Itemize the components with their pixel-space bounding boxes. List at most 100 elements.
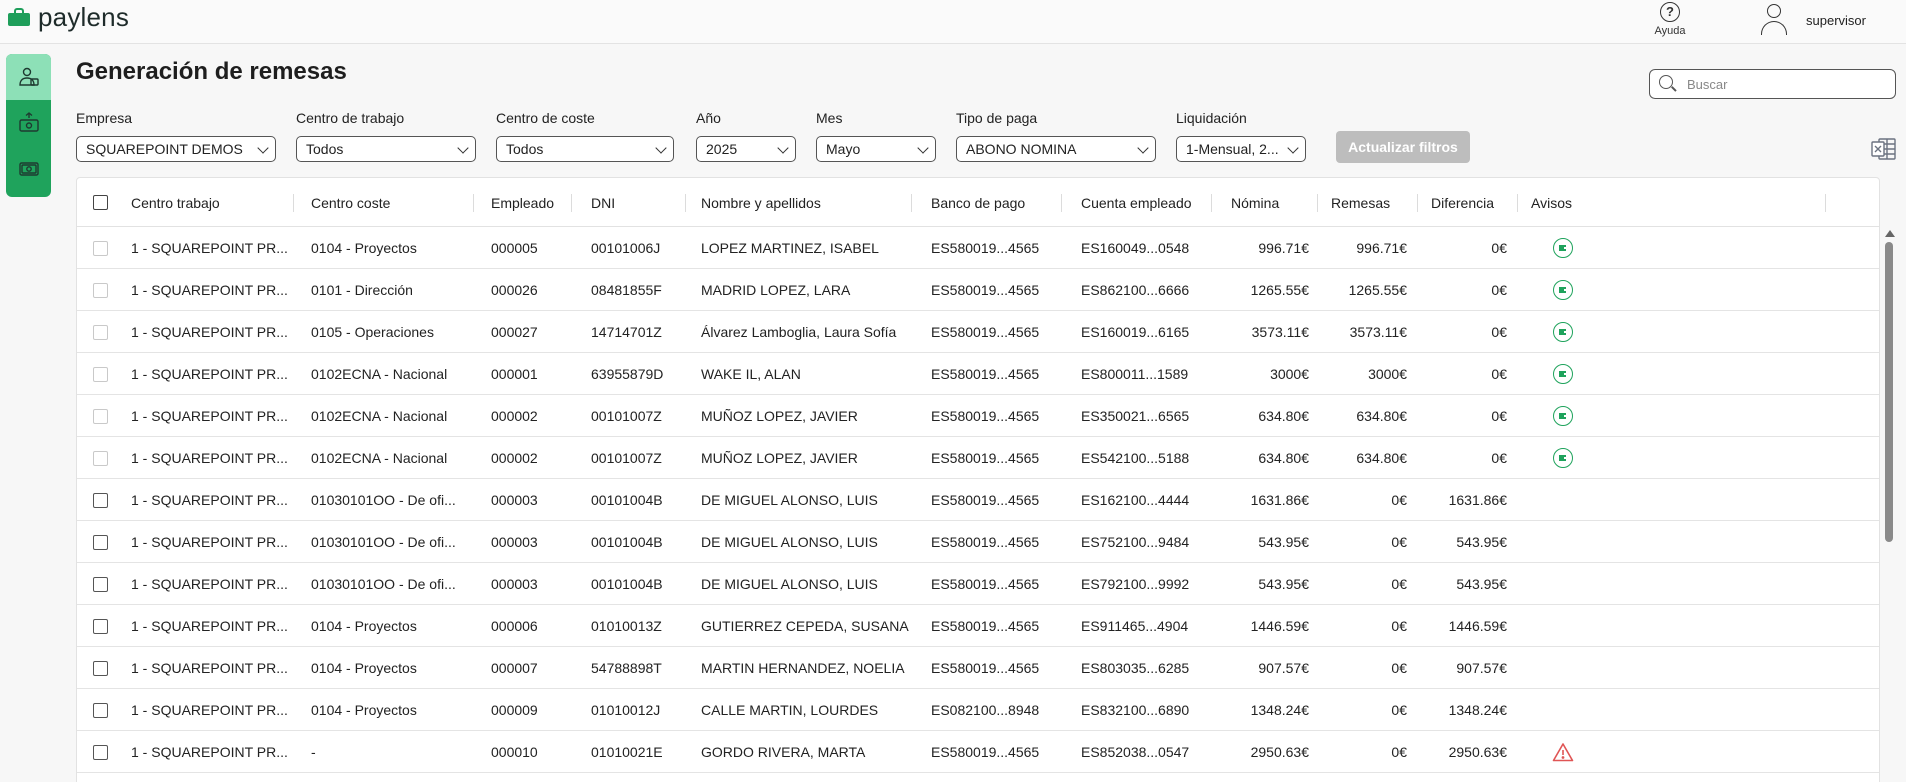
user-menu[interactable]: supervisor <box>1760 2 1866 38</box>
table-row[interactable]: 1 - SQUAREPOINT PR... 0104 - Proyectos 000… <box>77 227 1879 269</box>
filter-tipo-paga: Tipo de paga ABONO NOMINA <box>956 110 1156 162</box>
select-all-checkbox[interactable] <box>93 178 108 227</box>
status-ok-icon[interactable] <box>1553 280 1573 300</box>
column-separator[interactable] <box>1061 194 1062 212</box>
column-header[interactable]: Centro coste <box>311 178 390 227</box>
row-checkbox[interactable] <box>93 647 108 689</box>
column-separator[interactable] <box>1825 194 1826 212</box>
table-row[interactable]: 1 - SQUAREPOINT PR... 0104 - Proyectos 000… <box>77 605 1879 647</box>
table-row[interactable]: 1 - SQUAREPOINT PR... 0105 - Operaciones 0… <box>77 311 1879 353</box>
cell-centro-coste: 0102ECNA - Nacional <box>311 408 448 424</box>
row-checkbox[interactable] <box>93 521 108 563</box>
cell-centro-trabajo: 1 - SQUAREPOINT PR... <box>131 492 288 508</box>
sidebar-item-payments[interactable] <box>6 146 51 192</box>
table-row[interactable]: 1 - SQUAREPOINT PR... 0104 - Proyectos 000… <box>77 689 1879 731</box>
centro-trabajo-select[interactable]: Todos <box>296 136 476 162</box>
column-header[interactable]: Diferencia <box>1431 178 1494 227</box>
row-checkbox[interactable] <box>93 563 108 605</box>
column-separator[interactable] <box>911 194 912 212</box>
cell-dni: 00101006J <box>591 240 661 256</box>
cell-centro-trabajo: 1 - SQUAREPOINT PR... <box>131 324 288 340</box>
status-ok-icon[interactable] <box>1553 448 1573 468</box>
status-ok-icon[interactable] <box>1553 406 1573 426</box>
cell-empleado: 000002 <box>491 408 538 424</box>
cell-cuenta: ES792100...9992 <box>1081 576 1190 592</box>
help-button[interactable]: ? Ayuda <box>1648 2 1692 42</box>
logo[interactable]: paylens <box>8 2 129 32</box>
cell-avisos[interactable] <box>1531 353 1591 395</box>
column-separator[interactable] <box>1417 194 1418 212</box>
cell-nomina: 3000€ <box>1270 366 1309 382</box>
centro-coste-select[interactable]: Todos <box>496 136 674 162</box>
cell-avisos[interactable] <box>1531 311 1591 353</box>
cell-avisos[interactable] <box>1531 395 1591 437</box>
status-ok-icon[interactable] <box>1553 322 1573 342</box>
cell-avisos <box>1531 647 1591 689</box>
column-header[interactable]: Remesas <box>1331 178 1390 227</box>
cell-avisos[interactable] <box>1531 731 1591 773</box>
column-separator[interactable] <box>1211 194 1212 212</box>
column-separator[interactable] <box>571 194 572 212</box>
column-header[interactable]: Cuenta empleado <box>1081 178 1192 227</box>
anio-select[interactable]: 2025 <box>696 136 796 162</box>
chevron-down-icon <box>777 142 789 154</box>
cell-centro-trabajo: 1 - SQUAREPOINT PR... <box>131 534 288 550</box>
table-row[interactable]: 1 - SQUAREPOINT PR... 0102ECNA - Nacional… <box>77 353 1879 395</box>
column-header[interactable]: Nómina <box>1231 178 1279 227</box>
row-checkbox[interactable] <box>93 689 108 731</box>
cell-nomina: 1446.59€ <box>1250 618 1309 634</box>
table-row[interactable]: 1 - SQUAREPOINT PR... 01030101OO - De ofi… <box>77 521 1879 563</box>
column-header[interactable]: Banco de pago <box>931 178 1025 227</box>
table-row[interactable]: 1 - SQUAREPOINT PR... - 000010 01010021E GOR… <box>77 731 1879 773</box>
warning-triangle-icon[interactable] <box>1552 742 1574 762</box>
column-header[interactable]: DNI <box>591 178 615 227</box>
table-row[interactable]: 1 - SQUAREPOINT PR... 0102ECNA - Nacional… <box>77 395 1879 437</box>
table-row[interactable]: 1 - SQUAREPOINT PR... 0104 - Proyectos 000… <box>77 647 1879 689</box>
cell-dni: 08481855F <box>591 282 662 298</box>
status-ok-icon[interactable] <box>1553 238 1573 258</box>
table-row[interactable]: 1 - SQUAREPOINT PR... 01030101OO - De ofi… <box>77 479 1879 521</box>
liquidacion-select[interactable]: 1-Mensual, 2... <box>1176 136 1306 162</box>
status-ok-icon[interactable] <box>1553 364 1573 384</box>
column-separator[interactable] <box>685 194 686 212</box>
column-separator[interactable] <box>473 194 474 212</box>
table-row[interactable]: 1 - SQUAREPOINT PR... 01030101OO - De ofi… <box>77 563 1879 605</box>
cell-banco: ES580019...4565 <box>931 240 1040 256</box>
row-checkbox[interactable] <box>93 731 108 773</box>
column-header[interactable]: Empleado <box>491 178 554 227</box>
row-checkbox[interactable] <box>93 605 108 647</box>
table-row[interactable]: 1 - SQUAREPOINT PR... 0101 - Dirección 000… <box>77 269 1879 311</box>
column-separator[interactable] <box>1517 194 1518 212</box>
sidebar-item-remittance[interactable] <box>6 100 51 146</box>
column-header[interactable]: Avisos <box>1531 178 1572 227</box>
column-header[interactable]: Centro trabajo <box>131 178 220 227</box>
filter-mes: Mes Mayo <box>816 110 936 162</box>
row-checkbox[interactable] <box>93 479 108 521</box>
update-filters-button[interactable]: Actualizar filtros <box>1336 131 1470 163</box>
search-box[interactable] <box>1649 69 1896 99</box>
tipo-paga-select[interactable]: ABONO NOMINA <box>956 136 1156 162</box>
table-row[interactable]: 1 - SQUAREPOINT PR... 0102ECNA - Nacional… <box>77 437 1879 479</box>
cell-nomina: 634.80€ <box>1258 450 1309 466</box>
column-header[interactable]: Nombre y apellidos <box>701 178 821 227</box>
excel-export-icon[interactable] <box>1871 137 1897 161</box>
cell-avisos[interactable] <box>1531 227 1591 269</box>
cell-dni: 14714701Z <box>591 324 662 340</box>
scroll-up-arrow-icon[interactable] <box>1885 230 1895 237</box>
column-separator[interactable] <box>293 194 294 212</box>
column-separator[interactable] <box>1317 194 1318 212</box>
cell-empleado: 000026 <box>491 282 538 298</box>
cell-avisos[interactable] <box>1531 269 1591 311</box>
cell-nombre: WAKE IL, ALAN <box>701 366 801 382</box>
search-input[interactable] <box>1687 76 1887 92</box>
cell-cuenta: ES752100...9484 <box>1081 534 1190 550</box>
remesas-table: Centro trabajo Centro coste Empleado DNI Nom… <box>76 177 1880 782</box>
cell-dni: 01010021E <box>591 744 663 760</box>
sidebar-item-employees[interactable] <box>6 54 51 100</box>
cell-avisos[interactable] <box>1531 437 1591 479</box>
table-scrollbar[interactable] <box>1882 228 1896 782</box>
mes-select[interactable]: Mayo <box>816 136 936 162</box>
scroll-thumb[interactable] <box>1885 242 1893 542</box>
empresa-select[interactable]: SQUAREPOINT DEMOS <box>76 136 276 162</box>
briefcase-icon <box>8 8 30 26</box>
